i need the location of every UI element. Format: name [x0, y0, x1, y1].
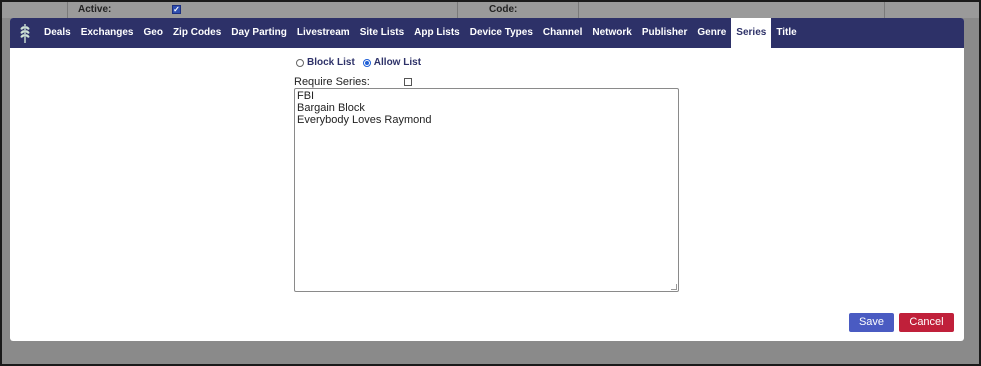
- active-label: Active:: [78, 4, 112, 15]
- tab-title[interactable]: Title: [771, 18, 801, 48]
- targeting-dialog: Deals Exchanges Geo Zip Codes Day Partin…: [10, 18, 964, 341]
- tab-exchanges[interactable]: Exchanges: [76, 18, 139, 48]
- series-entry: Everybody Loves Raymond: [297, 114, 432, 126]
- allow-list-radio[interactable]: [362, 58, 371, 67]
- require-series-row: Require Series:: [294, 76, 412, 88]
- background-cell: [579, 2, 885, 18]
- require-series-label: Require Series:: [294, 76, 370, 88]
- block-list-label[interactable]: Block List: [307, 57, 355, 68]
- tab-geo[interactable]: Geo: [139, 18, 168, 48]
- tab-device-types[interactable]: Device Types: [465, 18, 538, 48]
- tab-genre[interactable]: Genre: [692, 18, 731, 48]
- tab-site-lists[interactable]: Site Lists: [355, 18, 409, 48]
- background-footer: [2, 341, 979, 364]
- tab-publisher[interactable]: Publisher: [637, 18, 693, 48]
- tab-list: Deals Exchanges Geo Zip Codes Day Partin…: [40, 18, 802, 48]
- tab-series[interactable]: Series: [731, 18, 772, 48]
- require-series-checkbox[interactable]: [403, 78, 412, 86]
- active-checkbox[interactable]: ✓: [172, 5, 181, 14]
- cancel-button[interactable]: Cancel: [899, 313, 954, 332]
- list-mode-radio-group: Block List Allow List: [296, 57, 429, 68]
- resize-grip-icon[interactable]: [671, 284, 677, 290]
- save-button[interactable]: Save: [849, 313, 894, 332]
- allow-list-label[interactable]: Allow List: [374, 57, 421, 68]
- wheat-logo-icon: [10, 18, 40, 48]
- tab-deals[interactable]: Deals: [40, 18, 76, 48]
- block-list-radio[interactable]: [296, 58, 304, 67]
- series-list-textarea[interactable]: FBI Bargain Block Everybody Loves Raymon…: [294, 88, 679, 292]
- tab-app-lists[interactable]: App Lists: [409, 18, 465, 48]
- series-entry: FBI: [297, 90, 315, 102]
- background-cell: [2, 2, 68, 18]
- tab-livestream[interactable]: Livestream: [292, 18, 355, 48]
- tab-network[interactable]: Network: [587, 18, 636, 48]
- background-form-row: Active: ✓ Code:: [2, 2, 979, 18]
- series-entry: Bargain Block: [297, 102, 365, 114]
- background-cell: [458, 2, 579, 18]
- background-cell: [68, 2, 458, 18]
- tab-zip-codes[interactable]: Zip Codes: [168, 18, 226, 48]
- tab-channel[interactable]: Channel: [538, 18, 587, 48]
- code-label: Code:: [489, 4, 518, 15]
- targeting-tab-bar: Deals Exchanges Geo Zip Codes Day Partin…: [10, 18, 964, 48]
- tab-day-parting[interactable]: Day Parting: [226, 18, 292, 48]
